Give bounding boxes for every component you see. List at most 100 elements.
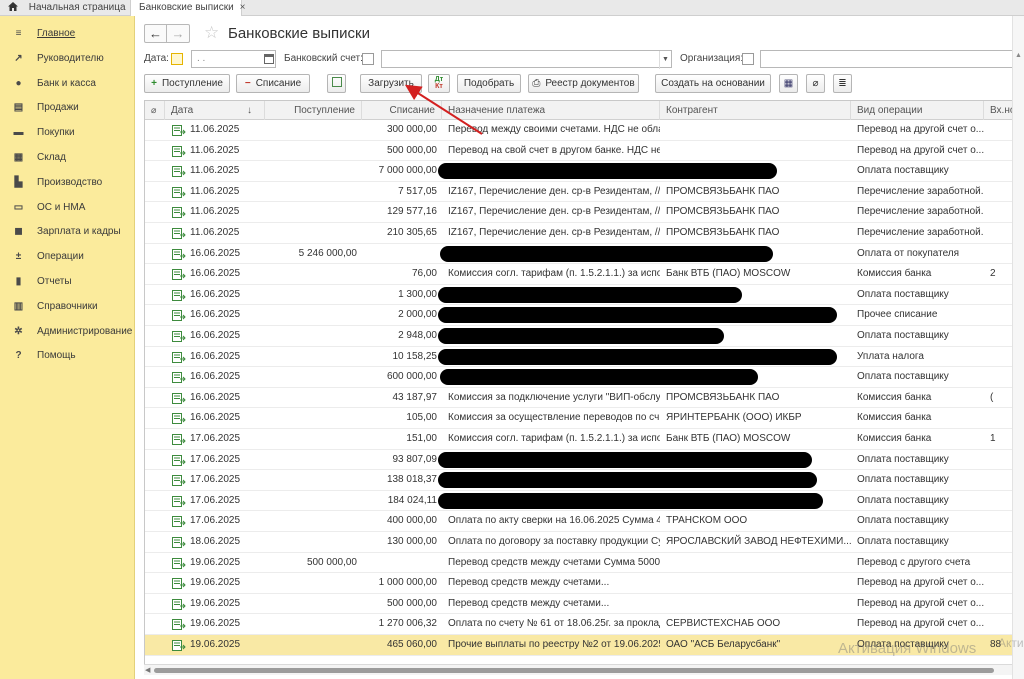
copy-button[interactable] [327, 74, 346, 93]
table-row[interactable]: 17.06.2025 138 018,37 Оплата поставщику [145, 470, 1024, 491]
tab-bank-statements[interactable]: Банковские выписки × [130, 0, 246, 17]
table-row[interactable]: 11.06.2025 129 577,16 IZ167, Перечисление … [145, 202, 1024, 223]
sidebar-item[interactable]: ▤ Продажи [0, 98, 135, 118]
table-row[interactable]: 16.06.2025 2 000,00 Прочее списание [145, 305, 1024, 326]
cell-date: 11.06.2025 [190, 144, 240, 156]
forward-button[interactable]: → [167, 24, 190, 43]
scroll-up-icon[interactable]: ▲ [1015, 52, 1022, 59]
cell-expense: 1 000 000,00 [378, 577, 437, 589]
scroll-left-icon[interactable]: ◀ [145, 665, 150, 676]
sidebar-item[interactable]: ▮ Отчеты [0, 272, 135, 292]
table-row[interactable]: 17.06.2025 151,00 Комиссия согл. тарифам (… [145, 429, 1024, 450]
chevron-down-icon[interactable]: ▼ [659, 51, 671, 69]
cell-purpose: IZ167, Перечисление ден. ср-в Резидентам… [448, 227, 660, 238]
table-row[interactable]: 16.06.2025 10 158,25 Уплата налога [145, 347, 1024, 368]
table-row[interactable]: 16.06.2025 5 246 000,00 Оплата от покупате… [145, 244, 1024, 265]
cell-income [265, 264, 362, 284]
table-row[interactable]: 16.06.2025 1 300,00 Оплата поставщику [145, 285, 1024, 306]
windows-activation-watermark: Активация Windows [838, 640, 977, 657]
cell-operation: Оплата поставщику [857, 515, 949, 527]
sidebar-item[interactable]: ▦ Склад [0, 148, 135, 168]
favorite-star-icon[interactable]: ☆ [204, 23, 219, 43]
sidebar-item[interactable]: ✲ Администрирование [0, 322, 135, 342]
table-row[interactable]: 16.06.2025 2 948,00 Оплата поставщику [145, 326, 1024, 347]
list-button[interactable]: ≣ [833, 74, 852, 93]
cell-income [265, 408, 362, 428]
table-row[interactable]: 18.06.2025 130 000,00 Оплата по договору з… [145, 532, 1024, 553]
sidebar-item[interactable]: ▥ Справочники [0, 297, 135, 317]
table-row[interactable]: 19.06.2025 500 000,00 Перевод средств межд… [145, 553, 1024, 574]
calendar-icon[interactable] [264, 54, 274, 64]
income-button[interactable]: + Поступление [144, 74, 230, 93]
column-header-operation[interactable]: Вид операции [851, 101, 984, 120]
date-field[interactable]: . . [191, 50, 276, 68]
attachment-button[interactable]: ⌀ [806, 74, 825, 93]
cell-purpose: Прочие выплаты по реестру №2 от 19.06.20… [448, 639, 660, 650]
column-header-expense[interactable]: Списание [362, 101, 442, 120]
sidebar-item[interactable]: ▬ Покупки [0, 123, 135, 143]
sidebar-item[interactable]: ≡ Главное [0, 24, 135, 44]
table-row[interactable]: 16.06.2025 76,00 Комиссия согл. тарифам (п… [145, 264, 1024, 285]
organization-checkbox[interactable] [742, 53, 754, 65]
bank-account-checkbox[interactable] [362, 53, 374, 65]
attachment-column-header[interactable]: ⌀ [145, 101, 165, 120]
back-button[interactable]: ← [144, 24, 167, 43]
create-based-button[interactable]: Создать на основании [655, 74, 771, 93]
cell-counterparty: ПРОМСВЯЗЬБАНК ПАО [666, 185, 780, 197]
cell-counterparty: ПРОМСВЯЗЬБАНК ПАО [666, 391, 780, 403]
sidebar-item[interactable]: ● Банк и касса [0, 74, 135, 94]
table-row[interactable]: 19.06.2025 500 000,00 Перевод средств межд… [145, 594, 1024, 615]
table-row[interactable]: 16.06.2025 43 187,97 Комиссия за подключен… [145, 388, 1024, 409]
sidebar-item[interactable]: ◼ Зарплата и кадры [0, 222, 135, 242]
edit-list-button[interactable]: ▦ [779, 74, 798, 93]
load-button[interactable]: Загрузить [360, 74, 422, 93]
cell-operation: Оплата поставщику [857, 371, 949, 383]
horizontal-scrollbar[interactable]: ◀ [144, 664, 1024, 675]
vertical-scrollbar[interactable]: ▲ [1012, 16, 1024, 679]
dt-kt-button[interactable]: Дт Кт [428, 74, 450, 93]
select-button[interactable]: Подобрать [457, 74, 521, 93]
cell-counterparty: СЕРВИСТЕХСНАБ ООО [666, 618, 781, 630]
sidebar-item-label: Справочники [37, 300, 98, 312]
table-row[interactable]: 19.06.2025 1 000 000,00 Перевод средств ме… [145, 573, 1024, 594]
table-row[interactable]: 11.06.2025 7 517,05 IZ167, Перечисление де… [145, 182, 1024, 203]
table-row[interactable]: 11.06.2025 210 305,65 IZ167, Перечисление … [145, 223, 1024, 244]
sidebar-item[interactable]: ▙ Производство [0, 173, 135, 193]
cell-date: 17.06.2025 [190, 453, 241, 465]
close-icon[interactable]: × [240, 2, 246, 13]
table-row[interactable]: 11.06.2025 300 000,00 Перевод между своими… [145, 120, 1024, 141]
cell-operation: Оплата поставщику [857, 453, 949, 465]
table-row[interactable]: 19.06.2025 1 270 006,32 Оплата по счету № … [145, 614, 1024, 635]
cell-expense [362, 553, 442, 573]
sidebar-item[interactable]: ↗ Руководителю [0, 49, 135, 69]
cell-expense: 465 060,00 [386, 639, 437, 650]
redaction-bar [438, 328, 724, 344]
cell-expense: 7 000 000,00 [378, 165, 437, 177]
column-header-counterparty[interactable]: Контрагент [660, 101, 851, 120]
table-row[interactable]: 11.06.2025 7 000 000,00 Оплата поставщику [145, 161, 1024, 182]
column-header-income[interactable]: Поступление [265, 101, 362, 120]
table-row[interactable]: 17.06.2025 93 807,09 Оплата поставщику [145, 450, 1024, 471]
table-row[interactable]: 17.06.2025 400 000,00 Оплата по акту сверк… [145, 511, 1024, 532]
column-header-purpose[interactable]: Назначение платежа [442, 101, 660, 120]
organization-field[interactable] [760, 50, 1024, 68]
person-icon: ◼ [14, 226, 23, 238]
sidebar-item[interactable]: ? Помощь [0, 346, 135, 366]
table-row[interactable]: 16.06.2025 105,00 Комиссия за осуществлени… [145, 408, 1024, 429]
cell-purpose: Комиссия за подключение услуги "ВИП-обсл… [448, 391, 660, 403]
cell-purpose: Оплата по акту сверки на 16.06.2025 Сумм… [448, 515, 660, 527]
sidebar-item[interactable]: ▭ ОС и НМА [0, 198, 135, 218]
tab-home[interactable]: Начальная страница [0, 0, 130, 16]
expense-button[interactable]: − Списание [236, 74, 310, 93]
table-row[interactable]: 17.06.2025 184 024,11 Оплата поставщику [145, 491, 1024, 512]
table-row[interactable]: 16.06.2025 600 000,00 Оплата поставщику [145, 367, 1024, 388]
sidebar-item-label: Главное [37, 28, 76, 39]
date-checkbox[interactable] [171, 53, 183, 65]
table-row[interactable]: 11.06.2025 500 000,00 Перевод на свой счет… [145, 141, 1024, 162]
cell-date: 16.06.2025 [190, 309, 241, 321]
bank-account-field[interactable]: ▼ [381, 50, 672, 69]
registry-button[interactable]: ⎙ Реестр документов [528, 74, 639, 93]
scrollbar-thumb[interactable] [154, 668, 994, 673]
sidebar-item[interactable]: ± Операции [0, 247, 135, 267]
column-header-date[interactable]: Дата ↓ [165, 101, 265, 120]
